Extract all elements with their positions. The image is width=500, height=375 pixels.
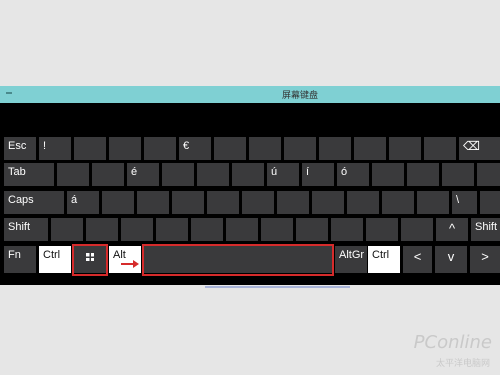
key-q[interactable] (57, 163, 89, 186)
key-tab-label: Tab (8, 166, 26, 178)
key-altgr[interactable]: AltGr (335, 246, 367, 273)
key-r[interactable] (162, 163, 194, 186)
key-enter[interactable] (480, 191, 500, 214)
key-u[interactable]: ú (267, 163, 299, 186)
window-titlebar: 屏幕键盘 (0, 86, 500, 103)
key-caps[interactable]: Caps (4, 191, 64, 214)
up-arrow-icon: ^ (448, 221, 456, 236)
key-esc[interactable]: Esc (4, 137, 36, 160)
key-z[interactable] (232, 163, 264, 186)
key-x[interactable] (86, 218, 118, 241)
key-shift-right-label: Shift (475, 221, 498, 233)
key-shift-left[interactable]: Shift (4, 218, 48, 241)
key-left[interactable]: < (403, 246, 432, 273)
key-a[interactable]: á (67, 191, 99, 214)
key-esc-label: Esc (8, 140, 27, 152)
key-p[interactable] (372, 163, 404, 186)
key-9[interactable] (319, 137, 351, 160)
key-u-label: ú (271, 166, 278, 178)
windows-key-highlight (72, 244, 108, 276)
left-arrow-icon: < (413, 249, 422, 264)
key-right[interactable]: > (470, 246, 500, 273)
key-a-label: á (71, 194, 78, 206)
key-8[interactable] (284, 137, 316, 160)
key-3[interactable] (109, 137, 141, 160)
key-y[interactable] (51, 218, 83, 241)
key-backspace[interactable]: ⌫ (459, 137, 500, 160)
key-bracket-right[interactable] (442, 163, 474, 186)
key-down[interactable]: v (435, 246, 467, 273)
key-bracket-left[interactable] (407, 163, 439, 186)
key-shift-right[interactable]: Shift (471, 218, 500, 241)
key-b[interactable] (191, 218, 223, 241)
backspace-icon: ⌫ (463, 139, 480, 153)
key-4[interactable] (144, 137, 176, 160)
key-ctrl-left[interactable]: Ctrl (39, 246, 71, 273)
key-1[interactable]: ! (39, 137, 71, 160)
key-tab[interactable]: Tab (4, 163, 54, 186)
key-j[interactable] (277, 191, 309, 214)
key-5[interactable]: € (179, 137, 211, 160)
key-i[interactable]: í (302, 163, 334, 186)
key-o[interactable]: ó (337, 163, 369, 186)
watermark-sub: 太平洋电脑网 (435, 358, 490, 368)
key-6[interactable] (214, 137, 246, 160)
space-key-highlight (142, 244, 334, 276)
key-l[interactable] (347, 191, 379, 214)
key-f[interactable] (172, 191, 204, 214)
key-backslash[interactable]: \ (452, 191, 477, 214)
key-w[interactable] (92, 163, 124, 186)
key-ctrl-left-label: Ctrl (43, 249, 61, 261)
right-arrow-icon: > (481, 249, 489, 264)
key-ctrl-right[interactable]: Ctrl (368, 246, 400, 273)
key-0[interactable] (354, 137, 386, 160)
key-g[interactable] (207, 191, 239, 214)
key-caps-label: Caps (8, 194, 34, 206)
window-title: 屏幕键盘 (281, 90, 318, 100)
key-semicolon[interactable] (382, 191, 414, 214)
key-k[interactable] (312, 191, 344, 214)
blurred-caption (205, 286, 350, 288)
key-s[interactable] (102, 191, 134, 214)
key-t[interactable] (197, 163, 229, 186)
key-5-label: € (183, 140, 190, 152)
key-ctrl-right-label: Ctrl (372, 249, 390, 261)
key-comma[interactable] (296, 218, 328, 241)
key-slash[interactable] (366, 218, 398, 241)
key-1-label: ! (43, 140, 47, 152)
key-altgr-label: AltGr (339, 249, 365, 261)
key-equal[interactable] (424, 137, 456, 160)
key-fn[interactable]: Fn (4, 246, 36, 273)
key-up[interactable]: ^ (436, 218, 468, 241)
key-i-label: í (306, 166, 310, 178)
key-n[interactable] (226, 218, 258, 241)
key-h[interactable] (242, 191, 274, 214)
key-fn-label: Fn (8, 249, 21, 261)
key-minus[interactable] (389, 137, 421, 160)
watermark-brand: PConline (413, 332, 492, 353)
key-quote[interactable] (417, 191, 449, 214)
down-arrow-icon: v (447, 249, 455, 264)
key-enter-top[interactable] (477, 163, 500, 186)
key-v[interactable] (156, 218, 188, 241)
key-o-label: ó (341, 166, 348, 178)
red-arrow-icon (121, 260, 139, 268)
key-extra[interactable] (401, 218, 433, 241)
key-m[interactable] (261, 218, 293, 241)
key-2[interactable] (74, 137, 106, 160)
key-e[interactable]: é (127, 163, 159, 186)
key-c[interactable] (121, 218, 153, 241)
key-d[interactable] (137, 191, 169, 214)
key-e-label: é (131, 166, 138, 178)
key-period[interactable] (331, 218, 363, 241)
key-shift-left-label: Shift (8, 221, 31, 233)
key-backslash-label: \ (456, 194, 460, 206)
key-7[interactable] (249, 137, 281, 160)
